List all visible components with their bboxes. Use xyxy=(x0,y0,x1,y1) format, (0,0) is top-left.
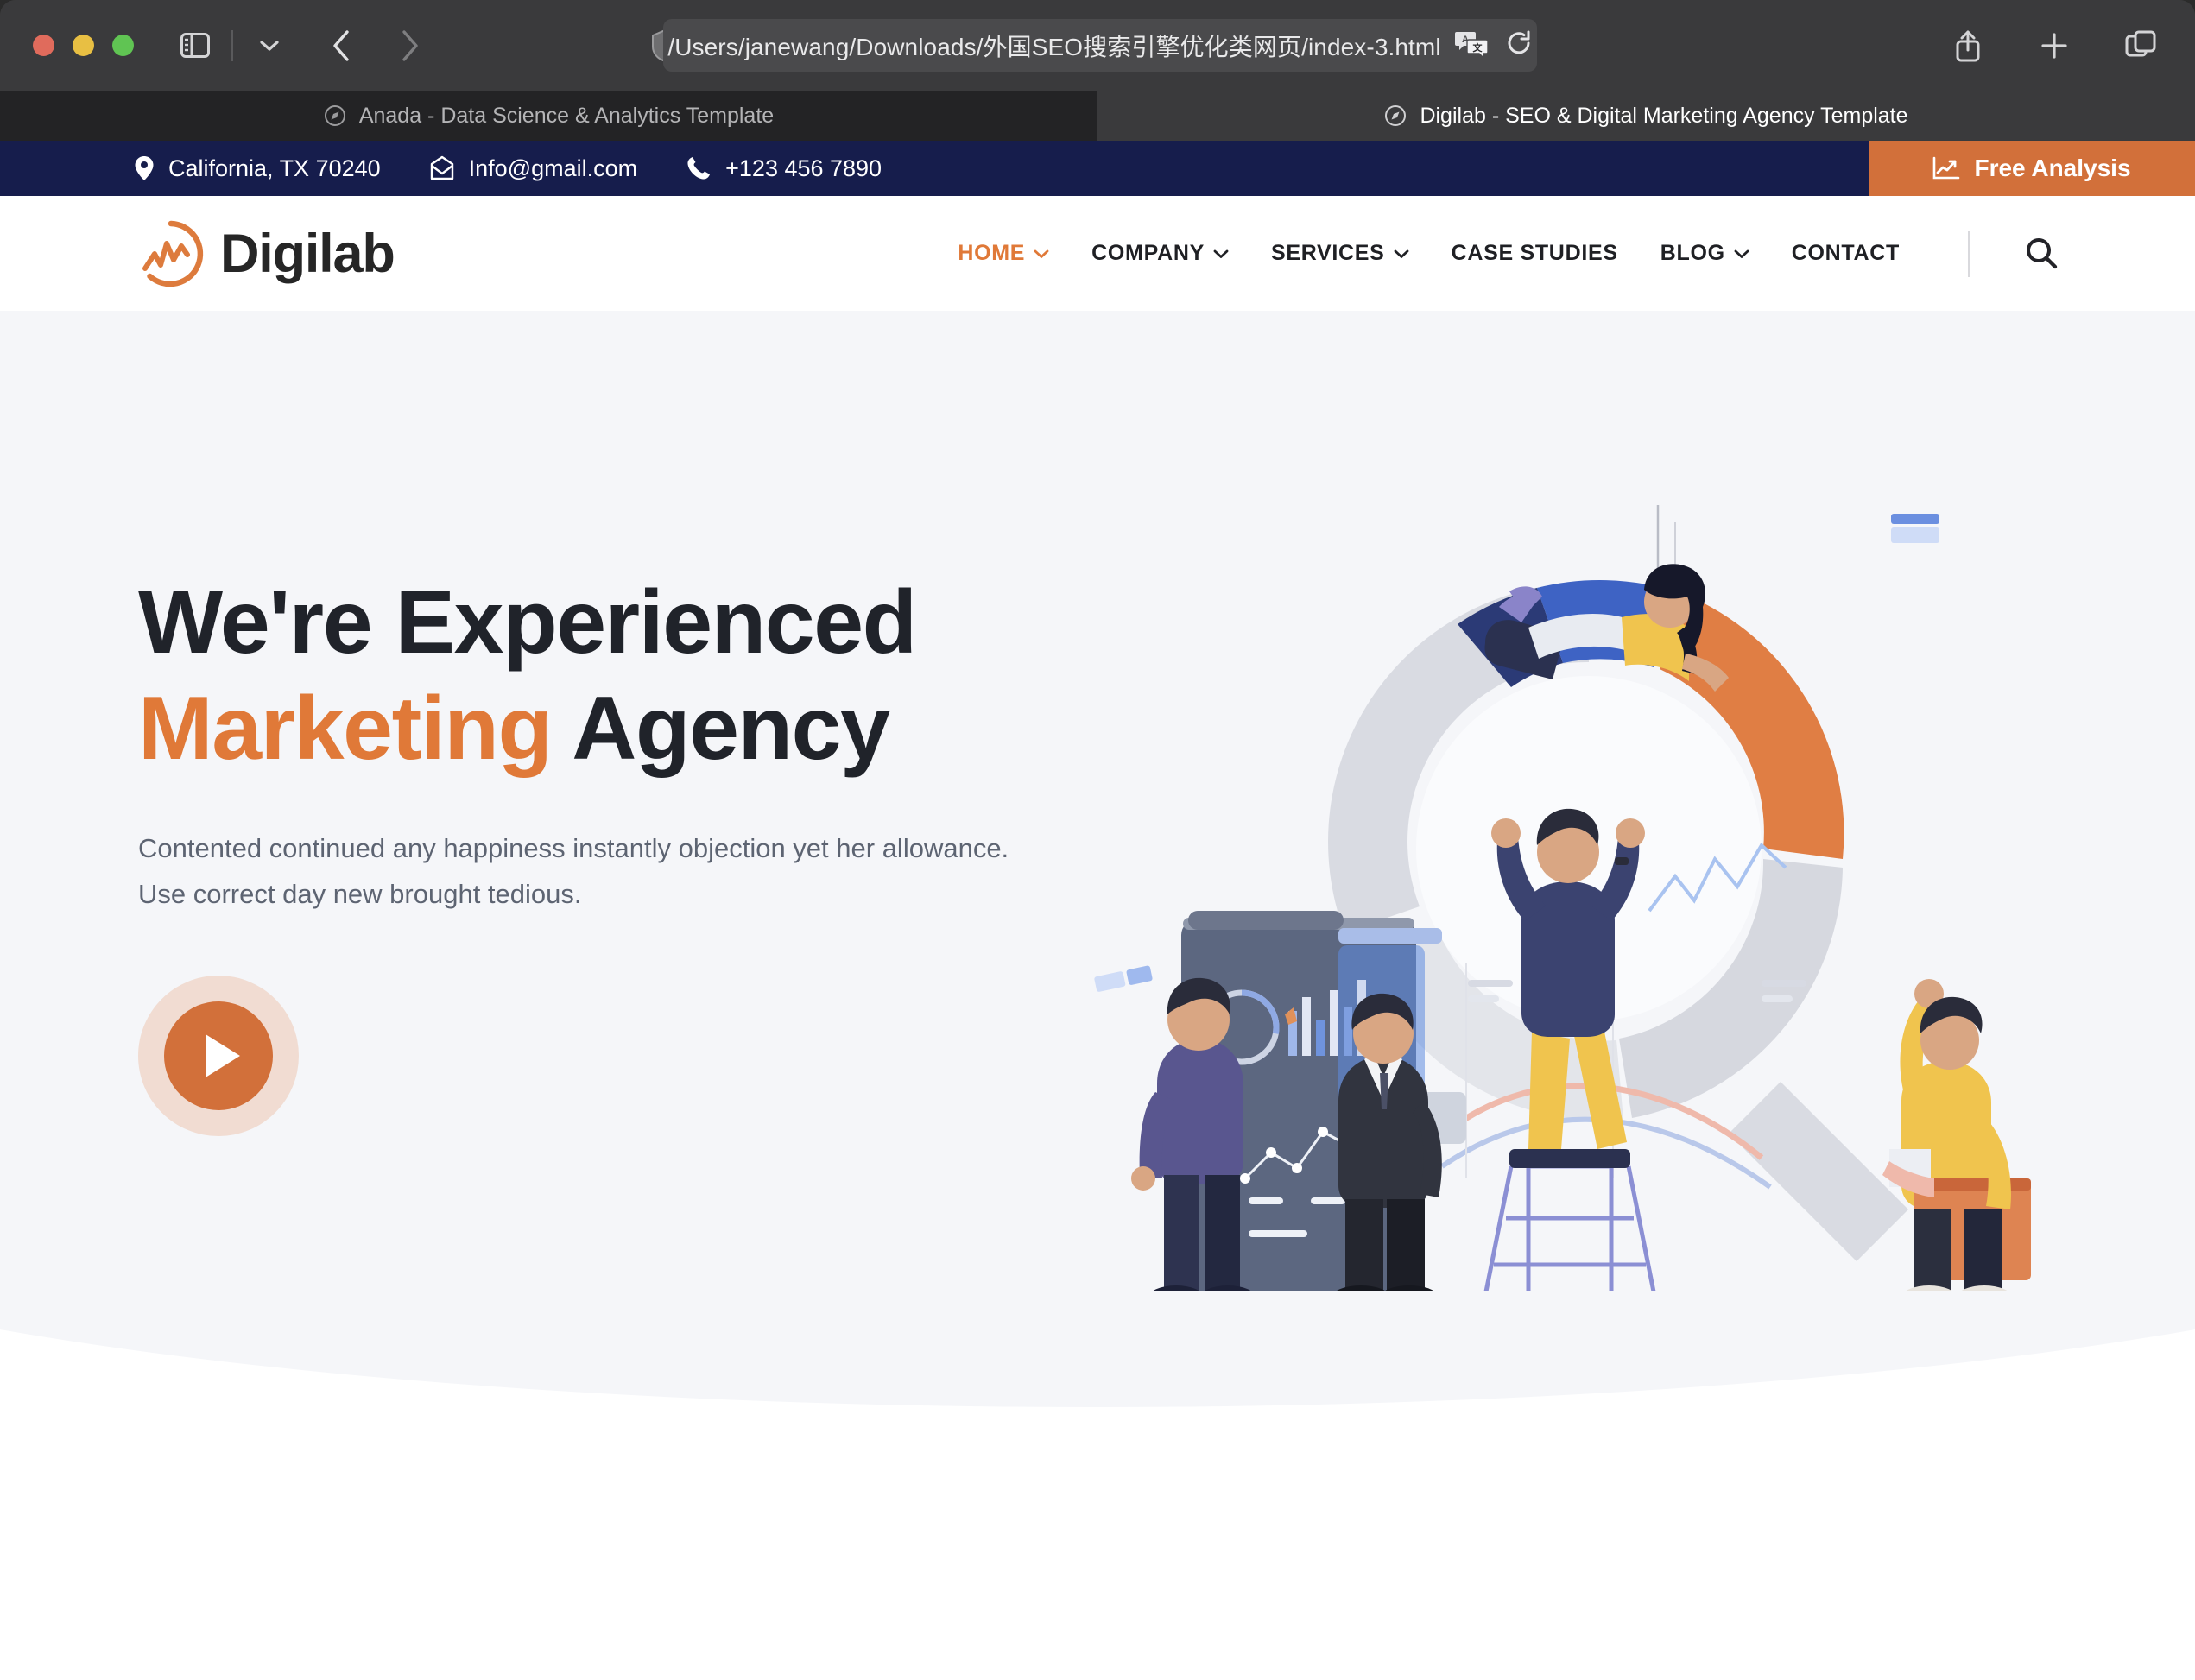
chevron-down-icon[interactable] xyxy=(246,22,293,69)
nav-item-company[interactable]: COMPANY xyxy=(1091,241,1229,266)
browser-tab-anada[interactable]: Anada - Data Science & Analytics Templat… xyxy=(0,91,1098,141)
minimize-window-button[interactable] xyxy=(73,35,94,56)
envelope-icon xyxy=(430,155,453,180)
site-topbar: California, TX 70240 Info@gmail.com +123… xyxy=(0,141,2195,196)
hero-illustration xyxy=(1094,505,2031,1291)
nav-divider xyxy=(1968,230,1970,277)
chevron-down-icon xyxy=(1394,249,1408,258)
url-text: /Users/janewang/Downloads/外国SEO搜索引擎优化类网页… xyxy=(667,33,1441,60)
hero-illustration-column xyxy=(1094,311,2091,1450)
topbar-address[interactable]: California, TX 70240 xyxy=(134,155,381,182)
logo-text: Digilab xyxy=(220,223,395,284)
hero-heading-accent: Marketing xyxy=(138,678,553,779)
nav-label: CONTACT xyxy=(1791,241,1900,265)
back-arrow-icon[interactable] xyxy=(319,22,365,69)
hero-section: We're Experienced Marketing Agency Conte… xyxy=(0,311,2195,1450)
chevron-down-icon xyxy=(1034,249,1049,258)
topbar-phone[interactable]: +123 456 7890 xyxy=(686,155,882,182)
play-button-circle xyxy=(164,1001,273,1110)
nav-label: CASE STUDIES xyxy=(1451,241,1618,265)
page-content: California, TX 70240 Info@gmail.com +123… xyxy=(0,141,2195,1680)
email-text: Info@gmail.com xyxy=(468,155,638,181)
phone-icon xyxy=(687,157,711,180)
address-bar[interactable]: /Users/janewang/Downloads/外国SEO搜索引擎优化类网页… xyxy=(663,19,1537,72)
free-analysis-button[interactable]: Free Analysis xyxy=(1869,141,2195,196)
main-navigation: HOME COMPANY SERVICES CASE STUDIES BLOG xyxy=(958,230,2065,278)
compass-icon xyxy=(1385,105,1407,126)
tab-title: Digilab - SEO & Digital Marketing Agency… xyxy=(1420,103,1908,128)
reload-icon[interactable] xyxy=(1505,29,1533,61)
search-icon[interactable] xyxy=(2017,230,2065,278)
digilab-logo-icon xyxy=(142,220,204,287)
hero-heading-line1: We're Experienced xyxy=(138,572,917,673)
nav-item-services[interactable]: SERVICES xyxy=(1271,241,1409,266)
chart-line-icon xyxy=(1933,156,1960,180)
tab-overview-icon[interactable] xyxy=(2117,22,2164,69)
nav-label: COMPANY xyxy=(1091,241,1205,265)
hero-heading: We're Experienced Marketing Agency xyxy=(138,570,1114,781)
browser-window: /Users/janewang/Downloads/外国SEO搜索引擎优化类网页… xyxy=(0,0,2195,1680)
site-header: Digilab HOME COMPANY SERVICES CASE STUDI… xyxy=(0,196,2195,311)
site-logo[interactable]: Digilab xyxy=(134,217,395,291)
browser-tab-digilab[interactable]: Digilab - SEO & Digital Marketing Agency… xyxy=(1098,91,2195,141)
chevron-down-icon xyxy=(1734,249,1749,258)
share-icon[interactable] xyxy=(1945,22,1991,69)
chevron-down-icon xyxy=(1213,249,1229,258)
play-triangle-icon xyxy=(206,1033,240,1077)
location-pin-icon xyxy=(135,156,154,180)
window-controls xyxy=(33,35,134,56)
play-video-button[interactable] xyxy=(138,975,299,1136)
hero-paragraph: Contented continued any happiness instan… xyxy=(138,833,1009,909)
nav-label: HOME xyxy=(958,241,1026,265)
compass-icon xyxy=(324,105,345,126)
maximize-window-button[interactable] xyxy=(112,35,134,56)
svg-text:文: 文 xyxy=(1472,41,1483,54)
browser-toolbar: /Users/janewang/Downloads/外国SEO搜索引擎优化类网页… xyxy=(0,0,2195,91)
nav-item-case-studies[interactable]: CASE STUDIES xyxy=(1452,241,1618,266)
sidebar-toggle-icon[interactable] xyxy=(172,22,218,69)
plus-icon[interactable] xyxy=(2031,22,2078,69)
translate-icon[interactable]: A 文 xyxy=(1454,29,1490,61)
address-text: California, TX 70240 xyxy=(168,155,381,181)
nav-label: SERVICES xyxy=(1270,241,1385,265)
nav-item-blog[interactable]: BLOG xyxy=(1660,241,1749,266)
forward-arrow-icon[interactable] xyxy=(386,22,433,69)
close-window-button[interactable] xyxy=(33,35,54,56)
topbar-email[interactable]: Info@gmail.com xyxy=(429,155,637,182)
tab-title: Anada - Data Science & Analytics Templat… xyxy=(358,103,775,128)
tab-bar: Anada - Data Science & Analytics Templat… xyxy=(0,91,2195,141)
hero-text-column: We're Experienced Marketing Agency Conte… xyxy=(138,311,1114,1450)
nav-label: BLOG xyxy=(1660,241,1725,265)
toolbar-divider xyxy=(231,29,233,61)
nav-item-home[interactable]: HOME xyxy=(958,241,1049,266)
hero-heading-line2-rest: Agency xyxy=(551,678,890,779)
phone-text: +123 456 7890 xyxy=(725,155,882,181)
free-analysis-label: Free Analysis xyxy=(1974,155,2131,181)
nav-item-contact[interactable]: CONTACT xyxy=(1792,241,1900,266)
